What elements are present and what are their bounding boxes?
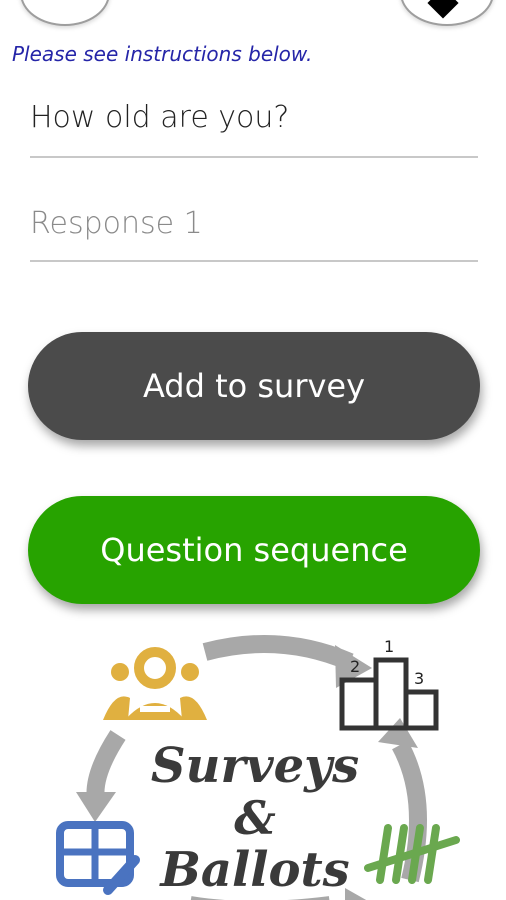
question-input-value: How old are you? xyxy=(30,100,290,135)
question-input[interactable]: How old are you? xyxy=(30,100,478,158)
people-icon xyxy=(103,647,207,720)
podium-rank-1: 1 xyxy=(384,637,394,656)
table-edit-icon xyxy=(56,821,140,895)
question-sequence-label: Question sequence xyxy=(100,531,408,569)
response-input[interactable]: Response 1 xyxy=(30,206,478,262)
add-to-survey-label: Add to survey xyxy=(142,367,366,405)
response-input-placeholder: Response 1 xyxy=(30,206,203,241)
top-left-button[interactable] xyxy=(20,0,110,26)
podium-rank-2: 2 xyxy=(350,657,360,676)
logo-line-surveys: Surveys xyxy=(151,738,359,794)
logo-line-ampersand: & xyxy=(234,791,276,845)
surveys-ballots-logo: 1 2 3 Surveys & Ballots xyxy=(56,635,460,900)
question-sequence-button[interactable]: Question sequence xyxy=(28,496,480,604)
add-to-survey-button[interactable]: Add to survey xyxy=(28,332,480,440)
instructions-text: Please see instructions below. xyxy=(12,42,313,66)
podium-rank-3: 3 xyxy=(414,669,424,688)
logo-line-ballots: Ballots xyxy=(158,842,349,898)
